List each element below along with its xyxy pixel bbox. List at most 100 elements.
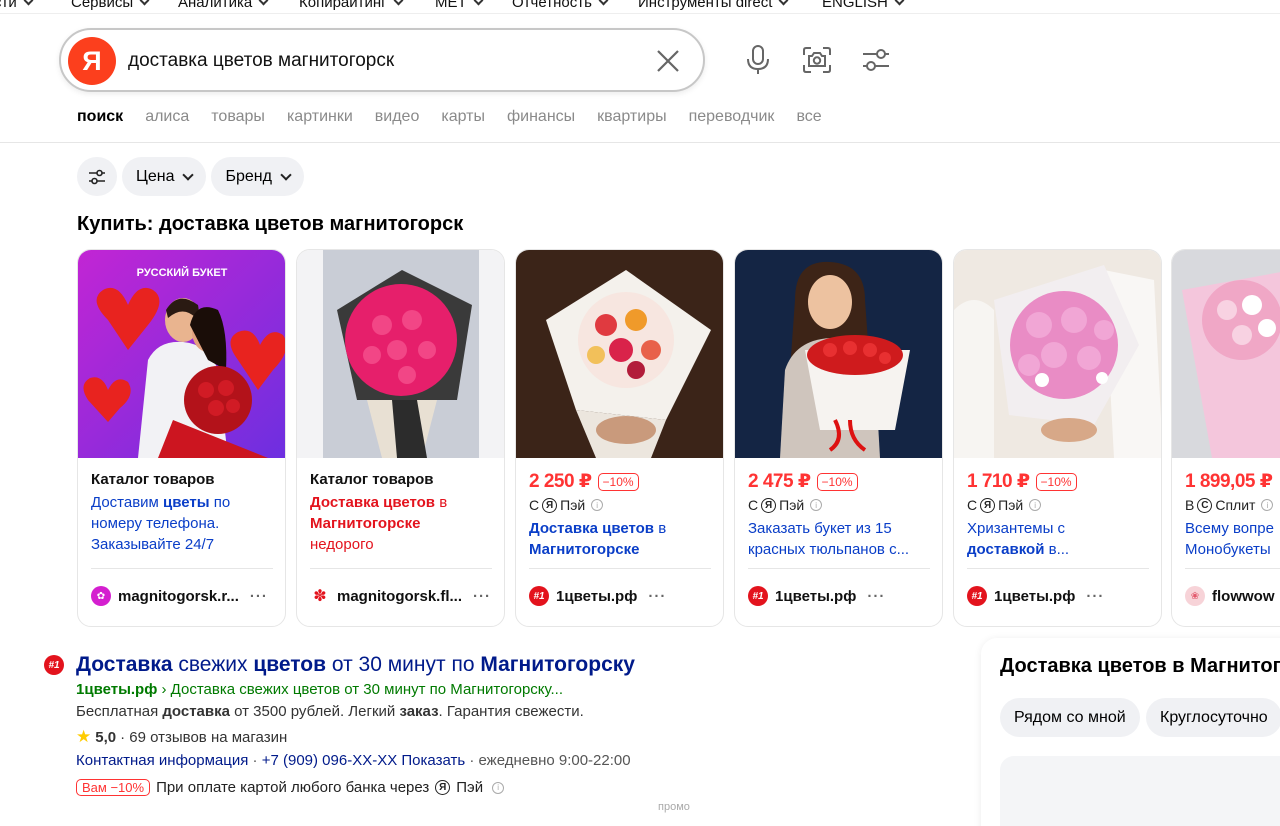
shop-logo-icon: #1 — [529, 586, 549, 606]
product-card[interactable]: 2 475 ₽ −10% С Я Пэй i Заказать букет из 15… — [734, 249, 943, 627]
shop-row[interactable]: #1 1цветы.рф ··· — [967, 586, 1104, 606]
yandex-pay-icon: Я — [980, 497, 996, 513]
clear-icon[interactable] — [655, 48, 681, 74]
topnav-item-services[interactable]: Сервисы — [71, 0, 150, 11]
tab-video[interactable]: видео — [375, 108, 420, 126]
price-filter[interactable]: Цена — [122, 157, 207, 196]
shop-logo-icon: ❀ — [1185, 586, 1205, 606]
product-image — [516, 250, 723, 458]
info-icon[interactable]: i — [591, 499, 604, 511]
topnav-item-analytics[interactable]: Аналитика — [178, 0, 269, 11]
chevron-down-icon — [778, 0, 789, 6]
tab-images[interactable]: картинки — [287, 108, 353, 126]
search-input[interactable] — [128, 48, 628, 74]
card-divider — [91, 568, 273, 569]
map-preview[interactable] — [1000, 756, 1280, 826]
microphone-icon[interactable] — [741, 43, 775, 77]
yandex-pay-icon: Я — [761, 497, 777, 513]
shop-row[interactable]: ✿ magnitogorsk.r... ··· — [91, 586, 268, 606]
search-tabs: поиск алиса товары картинки видео карты … — [77, 108, 844, 126]
tab-finance[interactable]: финансы — [507, 108, 575, 126]
tabs-divider — [0, 142, 1280, 143]
product-image — [297, 250, 504, 458]
chevron-down-icon — [182, 168, 195, 181]
product-image: РУССКИЙ БУКЕТ — [78, 250, 285, 458]
price-row: 2 250 ₽ −10% — [529, 470, 639, 493]
more-options-icon[interactable]: ··· — [250, 588, 268, 605]
camera-search-icon[interactable] — [800, 43, 834, 77]
product-card[interactable]: Каталог товаров Доставка цветов в Магнит… — [296, 249, 505, 627]
tab-search[interactable]: поиск — [77, 108, 123, 126]
chevron-down-icon — [258, 0, 269, 6]
product-price: 1 710 ₽ — [967, 471, 1030, 492]
result-sitelinks: Контактная информация · +7 (909) 096-XX-… — [76, 752, 631, 769]
topnav-item-met[interactable]: MET — [435, 0, 484, 11]
info-icon[interactable]: i — [1029, 499, 1042, 511]
promo-row: Вам −10% При оплате картой любого банка … — [76, 779, 505, 796]
result-url[interactable]: 1цветы.рф › Доставка свежих цветов от 30… — [76, 681, 563, 698]
filters-button[interactable] — [77, 157, 117, 196]
card-description: Хризантемы с доставкой в... — [967, 520, 1070, 558]
around-the-clock-filter-chip[interactable]: Круглосуточно — [1146, 698, 1280, 737]
tab-alice[interactable]: алиса — [145, 108, 189, 126]
product-image — [1172, 250, 1280, 458]
more-options-icon[interactable]: ··· — [867, 588, 885, 605]
yandex-logo[interactable]: Я — [68, 37, 116, 85]
shop-row[interactable]: #1 1цветы.рф ··· — [529, 586, 666, 606]
chevron-down-icon — [23, 0, 34, 6]
tab-maps[interactable]: карты — [441, 108, 485, 126]
promo-label: промо — [658, 801, 690, 813]
card-divider — [748, 568, 930, 569]
discount-badge: −10% — [1035, 472, 1077, 491]
product-card[interactable]: РУССКИЙ БУКЕТ Каталог товаров Доставим ц… — [77, 249, 286, 627]
result-title-link[interactable]: Доставка свежих цветов от 30 минут по Ма… — [76, 653, 635, 677]
yandex-pay-icon: Я — [542, 497, 558, 513]
phone-link[interactable]: +7 (909) 096-XX-XX Показать — [262, 752, 465, 769]
topnav-item-english[interactable]: ENGLISH — [822, 0, 905, 11]
chevron-down-icon — [473, 0, 484, 6]
card-description: Всему вопре Монобукеты — [1185, 520, 1274, 558]
result-rating[interactable]: ★ 5,0 · 69 отзывов на магазин — [76, 727, 287, 747]
info-icon[interactable]: i — [810, 499, 823, 511]
shop-logo-icon: ✿ — [91, 586, 111, 606]
product-price: 2 250 ₽ — [529, 471, 592, 492]
more-options-icon[interactable]: ··· — [1086, 588, 1104, 605]
shop-row[interactable]: #1 1цветы.рф ··· — [748, 586, 885, 606]
price-row: 2 475 ₽ −10% — [748, 470, 858, 493]
product-image — [954, 250, 1161, 458]
filter-bar: Цена Бренд — [77, 157, 304, 196]
discount-badge: −10% — [816, 472, 858, 491]
topnav-item-copywriting[interactable]: Копирайтинг — [299, 0, 404, 11]
product-card[interactable]: 1 899,05 ₽ В С Сплит i Всему вопре Монобуке… — [1171, 249, 1280, 627]
topnav-item-reports[interactable]: Отчетность — [512, 0, 609, 11]
site-favicon-icon: #1 — [44, 655, 64, 675]
brand-filter[interactable]: Бренд — [211, 157, 304, 196]
split-icon: С — [1197, 497, 1213, 513]
search-settings-icon[interactable] — [859, 43, 893, 77]
nearby-filter-chip[interactable]: Рядом со мной — [1000, 698, 1140, 737]
topnav-item-direct-tools[interactable]: Инструменты direct — [638, 0, 789, 11]
shop-logo-icon: #1 — [967, 586, 987, 606]
info-icon[interactable]: i — [492, 781, 505, 794]
star-icon: ★ — [76, 727, 92, 746]
flower-logo-icon: ✽ — [313, 588, 327, 605]
product-card[interactable]: 1 710 ₽ −10% С Я Пэй i Хризантемы с доставк… — [953, 249, 1162, 627]
more-options-icon[interactable]: ··· — [648, 588, 666, 605]
product-price: 1 899,05 ₽ — [1185, 471, 1273, 492]
tab-translator[interactable]: переводчик — [689, 108, 775, 126]
shopping-section-title: Купить: доставка цветов магнитогорск — [77, 213, 464, 235]
chevron-down-icon — [280, 168, 292, 181]
tab-apartments[interactable]: квартиры — [597, 108, 666, 126]
shop-row[interactable]: ❀ flowwow — [1185, 586, 1275, 606]
card-divider — [967, 568, 1149, 569]
shop-row[interactable]: ✽ magnitogorsk.fl... ··· — [310, 586, 491, 606]
top-navigation: сти Сервисы Аналитика Копирайтинг MET От… — [0, 0, 1280, 14]
topnav-item-partial[interactable]: сти — [0, 0, 34, 11]
chevron-down-icon — [894, 0, 905, 6]
info-icon[interactable]: i — [1261, 499, 1274, 511]
contact-info-link[interactable]: Контактная информация — [76, 752, 248, 769]
more-options-icon[interactable]: ··· — [473, 588, 491, 605]
product-card[interactable]: 2 250 ₽ −10% С Я Пэй i Доставка цветов в Ма… — [515, 249, 724, 627]
tab-all[interactable]: все — [796, 108, 821, 126]
tab-products[interactable]: товары — [211, 108, 265, 126]
